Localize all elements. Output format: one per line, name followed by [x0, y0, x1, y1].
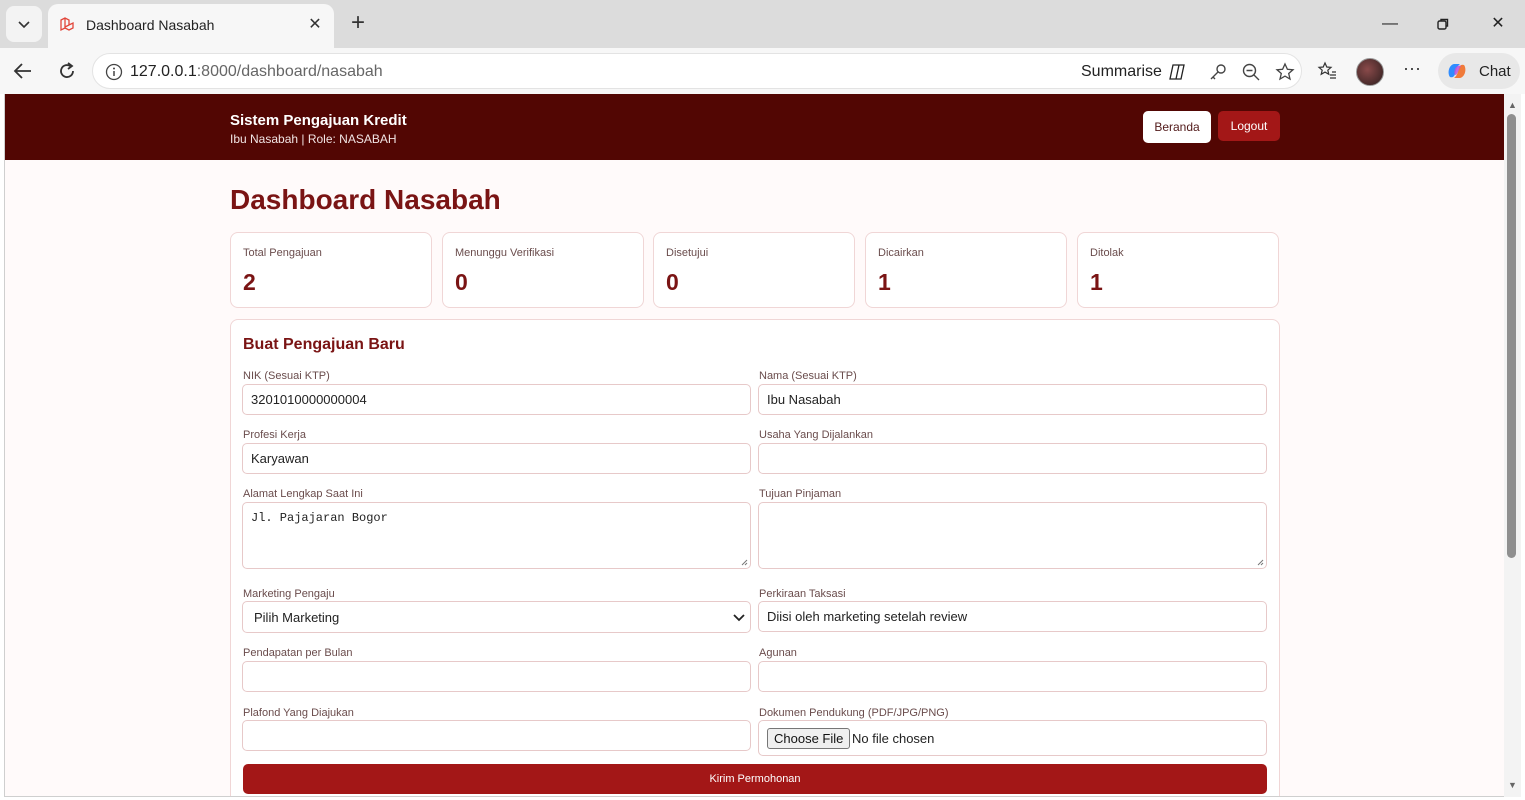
profesi-label: Profesi Kerja — [243, 429, 306, 441]
close-tab-icon[interactable]: ✕ — [306, 16, 324, 34]
plafond-label: Plafond Yang Diajukan — [243, 707, 354, 719]
dokumen-file-input[interactable]: Choose File No file chosen — [758, 720, 1267, 756]
scroll-thumb[interactable] — [1507, 114, 1516, 558]
logout-button[interactable]: Logout — [1218, 111, 1280, 141]
laravel-logo-icon — [60, 17, 74, 32]
stat-label: Dicairkan — [878, 247, 924, 259]
nik-input[interactable] — [242, 384, 751, 415]
choose-file-button[interactable]: Choose File — [767, 728, 851, 749]
browser-tab-bar: Dashboard Nasabah ✕ + — ✕ — [0, 0, 1525, 48]
beranda-button[interactable]: Beranda — [1143, 111, 1211, 143]
restore-window-icon[interactable] — [1431, 12, 1455, 36]
pendapatan-input[interactable] — [242, 661, 751, 692]
tab-title: Dashboard Nasabah — [86, 17, 215, 33]
stat-value: 0 — [666, 269, 679, 295]
close-window-icon[interactable]: ✕ — [1486, 12, 1510, 36]
new-application-form: Buat Pengajuan Baru NIK (Sesuai KTP) Nam… — [230, 319, 1280, 796]
stat-label: Menunggu Verifikasi — [455, 247, 555, 259]
stat-card-dicairkan: Dicairkan 1 — [865, 232, 1067, 308]
profile-avatar[interactable] — [1356, 58, 1384, 86]
profesi-input[interactable] — [242, 443, 751, 474]
stat-value: 1 — [878, 269, 891, 295]
back-arrow-icon[interactable] — [10, 58, 36, 84]
stat-value: 2 — [243, 269, 256, 295]
tab-actions-menu-button[interactable] — [6, 6, 42, 42]
agunan-label: Agunan — [759, 647, 797, 659]
taksasi-input[interactable] — [758, 601, 1267, 632]
favorites-list-icon[interactable] — [1317, 61, 1337, 81]
tujuan-textarea[interactable] — [758, 502, 1267, 569]
alamat-textarea[interactable]: Jl. Pajajaran Bogor — [242, 502, 751, 569]
nama-label: Nama (Sesuai KTP) — [759, 370, 857, 382]
marketing-select[interactable]: Pilih Marketing — [242, 601, 751, 633]
copilot-summarise-icon[interactable] — [1167, 62, 1187, 82]
taksasi-label: Perkiraan Taksasi — [759, 588, 846, 600]
url-path: :8000/dashboard/nasabah — [196, 63, 383, 80]
marketing-selected-value: Pilih Marketing — [254, 610, 340, 625]
resize-grip-icon[interactable] — [1256, 558, 1264, 566]
more-options-icon[interactable]: ··· — [1402, 59, 1422, 81]
copilot-chat-button[interactable]: Chat — [1438, 53, 1520, 89]
app-title: Sistem Pengajuan Kredit — [230, 112, 407, 129]
minimize-window-icon[interactable]: — — [1378, 12, 1402, 36]
zoom-out-icon[interactable] — [1241, 62, 1261, 82]
submit-application-button[interactable]: Kirim Permohonan — [243, 764, 1267, 794]
url-host: 127.0.0.1 — [130, 63, 197, 80]
plafond-input[interactable] — [242, 720, 751, 751]
scroll-up-arrow-icon[interactable]: ▲ — [1508, 100, 1517, 110]
copilot-logo-icon — [1448, 64, 1466, 78]
browser-toolbar: 127.0.0.1:8000/dashboard/nasabah Summari… — [0, 48, 1525, 94]
stat-value: 1 — [1090, 269, 1103, 295]
stat-value: 0 — [455, 269, 468, 295]
resize-grip-icon[interactable] — [740, 558, 748, 566]
stat-label: Disetujui — [666, 247, 709, 259]
file-status: No file chosen — [852, 731, 935, 746]
page-scrollbar[interactable]: ▲ ▼ — [1504, 94, 1521, 797]
address-bar[interactable]: 127.0.0.1:8000/dashboard/nasabah Summari… — [92, 53, 1302, 89]
new-tab-button[interactable]: + — [346, 11, 370, 36]
marketing-label: Marketing Pengaju — [243, 588, 335, 600]
summarise-button[interactable]: Summarise — [1081, 63, 1162, 81]
page-viewport: Sistem Pengajuan Kredit Ibu Nasabah | Ro… — [4, 94, 1504, 797]
nama-input[interactable] — [758, 384, 1267, 415]
browser-tab[interactable]: Dashboard Nasabah ✕ — [48, 4, 334, 48]
site-info-icon[interactable] — [105, 63, 123, 81]
stat-card-menunggu: Menunggu Verifikasi 0 — [442, 232, 644, 308]
stat-card-disetujui: Disetujui 0 — [653, 232, 855, 308]
alamat-label: Alamat Lengkap Saat Ini — [243, 488, 363, 500]
url-text[interactable]: 127.0.0.1:8000/dashboard/nasabah — [130, 63, 383, 81]
usaha-label: Usaha Yang Dijalankan — [759, 429, 873, 441]
chat-label: Chat — [1479, 63, 1511, 80]
stat-card-total: Total Pengajuan 2 — [230, 232, 432, 308]
form-title: Buat Pengajuan Baru — [243, 336, 405, 353]
app-header: Sistem Pengajuan Kredit Ibu Nasabah | Ro… — [5, 94, 1504, 160]
favorite-star-icon[interactable] — [1275, 62, 1295, 82]
stat-card-ditolak: Ditolak 1 — [1077, 232, 1279, 308]
tujuan-label: Tujuan Pinjaman — [759, 488, 842, 500]
usaha-input[interactable] — [758, 443, 1267, 474]
chevron-down-icon — [733, 614, 745, 622]
page-title: Dashboard Nasabah — [230, 184, 501, 215]
stat-label: Total Pengajuan — [243, 247, 322, 259]
dokumen-label: Dokumen Pendukung (PDF/JPG/PNG) — [759, 707, 949, 719]
chevron-down-icon — [18, 21, 30, 29]
key-icon[interactable] — [1208, 62, 1228, 82]
stat-label: Ditolak — [1090, 247, 1124, 259]
reload-icon[interactable] — [54, 58, 80, 84]
pendapatan-label: Pendapatan per Bulan — [243, 647, 353, 659]
agunan-input[interactable] — [758, 661, 1267, 692]
nik-label: NIK (Sesuai KTP) — [243, 370, 330, 382]
user-role-info: Ibu Nasabah | Role: NASABAH — [230, 132, 397, 146]
scroll-down-arrow-icon[interactable]: ▼ — [1508, 780, 1517, 790]
